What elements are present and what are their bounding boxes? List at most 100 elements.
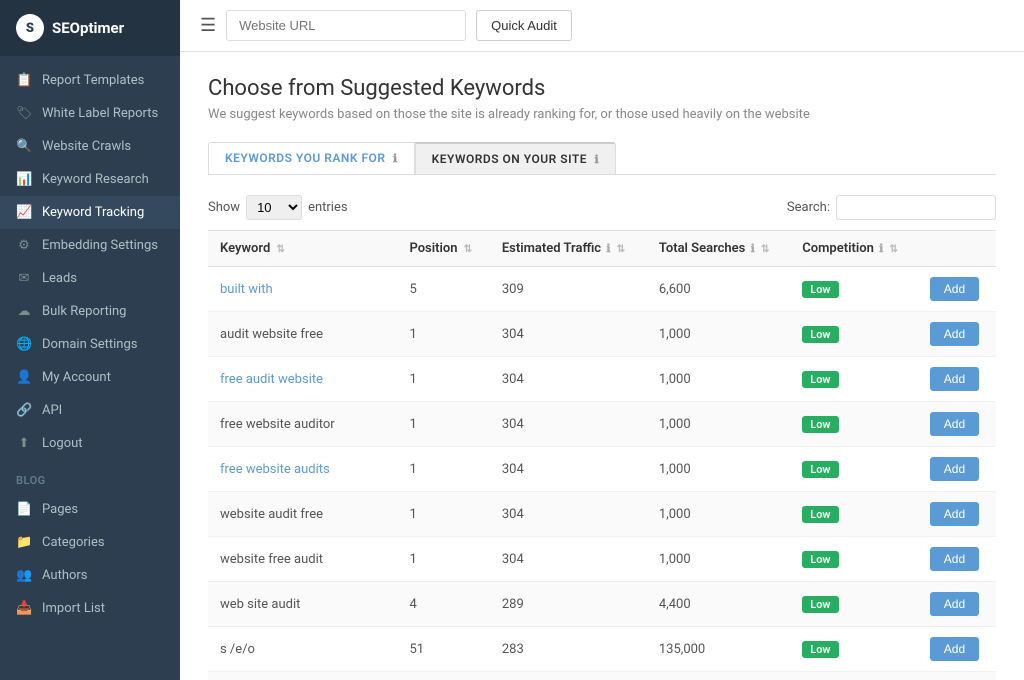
cell-action: Add bbox=[918, 267, 996, 312]
sidebar-label: White Label Reports bbox=[42, 106, 158, 121]
tab-rank-for[interactable]: KEYWORDS YOU RANK FOR ℹ bbox=[208, 142, 415, 174]
cell-traffic: 309 bbox=[490, 267, 647, 312]
pages-icon: 📄 bbox=[16, 502, 32, 517]
cell-competition: Low bbox=[790, 447, 918, 492]
table-row: web site audit 4 289 4,400 Low Add bbox=[208, 582, 996, 627]
bulk-reporting-icon: ☁ bbox=[16, 304, 32, 319]
keyword-link[interactable]: free website audits bbox=[220, 462, 330, 477]
searches-sort-icon[interactable]: ⇅ bbox=[761, 244, 769, 255]
sidebar-item-categories[interactable]: 📁Categories bbox=[0, 526, 180, 559]
sidebar-item-import-list[interactable]: 📥Import List bbox=[0, 592, 180, 625]
leads-icon: ✉ bbox=[16, 271, 32, 286]
entries-label: entries bbox=[308, 200, 348, 215]
add-button[interactable]: Add bbox=[930, 322, 979, 346]
cell-searches: 4,400 bbox=[647, 582, 790, 627]
table-row: website free audit 1 304 1,000 Low Add bbox=[208, 537, 996, 582]
keyword-sort-icon[interactable]: ⇅ bbox=[277, 244, 285, 255]
sidebar-nav: 📋Report Templates🏷White Label Reports🔍We… bbox=[0, 56, 180, 680]
add-button[interactable]: Add bbox=[930, 412, 979, 436]
logout-icon: ⬆ bbox=[16, 436, 32, 451]
add-button[interactable]: Add bbox=[930, 277, 979, 301]
cell-searches: 1,000 bbox=[647, 357, 790, 402]
sidebar-label: My Account bbox=[42, 370, 111, 385]
sidebar-label: Embedding Settings bbox=[42, 238, 158, 253]
sidebar-item-my-account[interactable]: 👤My Account bbox=[0, 361, 180, 394]
table-row: free website auditor 1 304 1,000 Low Add bbox=[208, 402, 996, 447]
sidebar-label: Authors bbox=[42, 568, 88, 583]
embedding-settings-icon: ⚙ bbox=[16, 238, 32, 253]
url-input[interactable] bbox=[226, 10, 466, 41]
position-sort-icon[interactable]: ⇅ bbox=[464, 244, 472, 255]
add-button[interactable]: Add bbox=[930, 547, 979, 571]
table-row: audit website free 1 304 1,000 Low Add bbox=[208, 312, 996, 357]
sidebar-item-white-label-reports[interactable]: 🏷White Label Reports bbox=[0, 97, 180, 130]
traffic-info-icon: ℹ bbox=[606, 242, 610, 255]
cell-action: Add bbox=[918, 537, 996, 582]
add-button[interactable]: Add bbox=[930, 592, 979, 616]
traffic-sort-icon[interactable]: ⇅ bbox=[617, 244, 625, 255]
add-button[interactable]: Add bbox=[930, 457, 979, 481]
cell-keyword: web site audit bbox=[208, 582, 397, 627]
table-row: digital marketing freelance 9 271 18,100… bbox=[208, 672, 996, 680]
col-traffic: Estimated Traffic ℹ ⇅ bbox=[490, 231, 647, 267]
authors-icon: 👥 bbox=[16, 568, 32, 583]
entries-select[interactable]: 10 25 50 100 bbox=[246, 195, 302, 220]
table-row: website audit free 1 304 1,000 Low Add bbox=[208, 492, 996, 537]
sidebar-item-domain-settings[interactable]: 🌐Domain Settings bbox=[0, 328, 180, 361]
sidebar-item-embedding-settings[interactable]: ⚙ Embedding Settings bbox=[0, 229, 180, 262]
cell-traffic: 304 bbox=[490, 447, 647, 492]
add-button[interactable]: Add bbox=[930, 502, 979, 526]
cell-position: 1 bbox=[397, 312, 489, 357]
col-competition: Competition ℹ ⇅ bbox=[790, 231, 918, 267]
add-button[interactable]: Add bbox=[930, 637, 979, 661]
keyword-link[interactable]: free audit website bbox=[220, 372, 323, 387]
competition-badge: Low bbox=[802, 641, 838, 658]
search-input[interactable] bbox=[836, 195, 996, 220]
col-position: Position ⇅ bbox=[397, 231, 489, 267]
sidebar-label: Pages bbox=[42, 502, 78, 517]
table-row: built with 5 309 6,600 Low Add bbox=[208, 267, 996, 312]
cell-keyword: s /e/o bbox=[208, 627, 397, 672]
cell-position: 1 bbox=[397, 492, 489, 537]
cell-traffic: 304 bbox=[490, 537, 647, 582]
sidebar-item-leads[interactable]: ✉Leads bbox=[0, 262, 180, 295]
keyword-tracking-icon: 📈 bbox=[16, 205, 32, 220]
page-title: Choose from Suggested Keywords bbox=[208, 76, 996, 101]
competition-badge: Low bbox=[802, 461, 838, 478]
cell-position: 1 bbox=[397, 357, 489, 402]
sidebar-item-bulk-reporting[interactable]: ☁Bulk Reporting bbox=[0, 295, 180, 328]
keyword-text: s /e/o bbox=[220, 642, 255, 657]
hamburger-icon[interactable]: ☰ bbox=[200, 15, 216, 36]
cell-keyword: audit website free bbox=[208, 312, 397, 357]
sidebar-item-logout[interactable]: ⬆Logout bbox=[0, 427, 180, 460]
competition-sort-icon[interactable]: ⇅ bbox=[889, 244, 897, 255]
show-label: Show bbox=[208, 200, 240, 215]
competition-badge: Low bbox=[802, 416, 838, 433]
tab-on-site[interactable]: KEYWORDS ON YOUR SITE ℹ bbox=[415, 142, 617, 174]
col-searches: Total Searches ℹ ⇅ bbox=[647, 231, 790, 267]
cell-competition: Low bbox=[790, 582, 918, 627]
cell-traffic: 304 bbox=[490, 312, 647, 357]
quick-audit-button[interactable]: Quick Audit bbox=[476, 10, 572, 41]
add-button[interactable]: Add bbox=[930, 367, 979, 391]
cell-searches: 1,000 bbox=[647, 402, 790, 447]
cell-competition: Low bbox=[790, 537, 918, 582]
sidebar-item-api[interactable]: 🔗API bbox=[0, 394, 180, 427]
sidebar-main-items: 📋Report Templates🏷White Label Reports🔍We… bbox=[0, 64, 180, 460]
sidebar-item-website-crawls[interactable]: 🔍Website Crawls bbox=[0, 130, 180, 163]
cell-action: Add bbox=[918, 582, 996, 627]
keyword-link[interactable]: built with bbox=[220, 282, 273, 297]
keyword-text: website audit free bbox=[220, 507, 323, 522]
sidebar-item-pages[interactable]: 📄 Pages bbox=[0, 493, 180, 526]
cell-competition: Low bbox=[790, 312, 918, 357]
table-controls: Show 10 25 50 100 entries Search: bbox=[208, 195, 996, 220]
cell-competition: Low bbox=[790, 357, 918, 402]
table-row: free website audits 1 304 1,000 Low Add bbox=[208, 447, 996, 492]
col-keyword: Keyword ⇅ bbox=[208, 231, 397, 267]
sidebar-item-keyword-tracking[interactable]: 📈Keyword Tracking bbox=[0, 196, 180, 229]
search-box: Search: bbox=[787, 195, 996, 220]
sidebar-item-keyword-research[interactable]: 📊Keyword Research bbox=[0, 163, 180, 196]
sidebar-item-authors[interactable]: 👥 Authors bbox=[0, 559, 180, 592]
sidebar-item-report-templates[interactable]: 📋Report Templates bbox=[0, 64, 180, 97]
cell-competition: Low bbox=[790, 402, 918, 447]
